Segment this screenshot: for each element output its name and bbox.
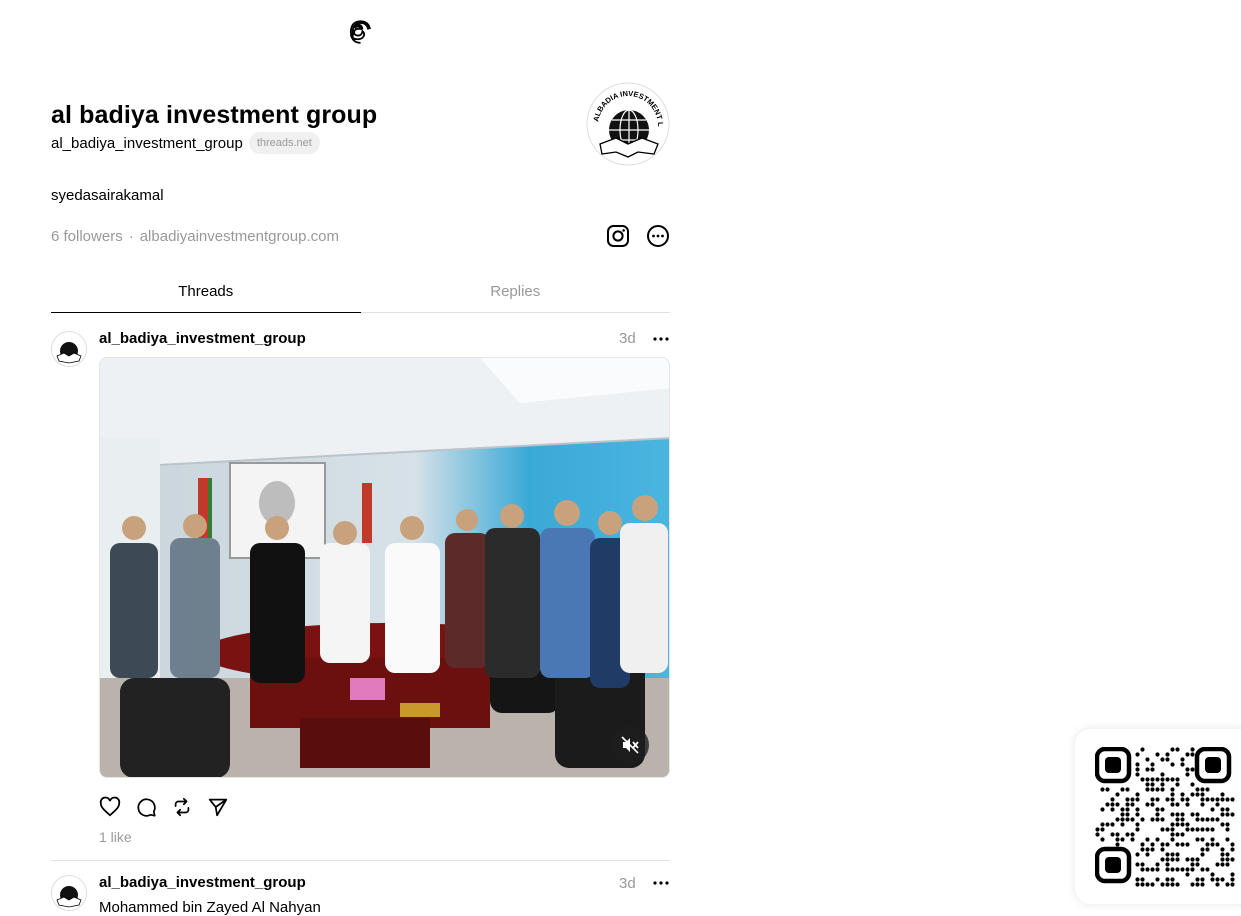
profile-handle: al_badiya_investment_group [51, 134, 243, 152]
profile-name: al badiya investment group [51, 101, 378, 129]
reply-icon[interactable] [135, 796, 157, 818]
profile-bio: syedasairakamal [51, 187, 164, 204]
profile-meta: 6 followers · albadiyainvestmentgroup.co… [51, 228, 339, 245]
profile-handle-row: al_badiya_investment_group threads.net [51, 132, 320, 154]
instagram-icon[interactable] [605, 223, 631, 249]
more-options-icon[interactable] [645, 223, 671, 249]
threads-logo-icon[interactable] [349, 20, 373, 46]
post-avatar[interactable] [51, 875, 87, 911]
post-username[interactable]: al_badiya_investment_group [99, 874, 306, 891]
followers-count[interactable]: 6 followers [51, 228, 123, 245]
post-more-icon[interactable] [651, 873, 671, 893]
post-avatar[interactable] [51, 331, 87, 367]
post-video[interactable] [99, 357, 670, 778]
tab-replies[interactable]: Replies [361, 270, 671, 312]
tab-threads[interactable]: Threads [51, 270, 361, 313]
repost-icon[interactable] [171, 796, 193, 818]
qr-code-card[interactable] [1075, 729, 1241, 904]
profile-avatar[interactable]: ALBADIA INVESTMENT L.L.C [586, 82, 670, 166]
domain-badge[interactable]: threads.net [248, 132, 320, 154]
post-username[interactable]: al_badiya_investment_group [99, 330, 306, 347]
post-more-icon[interactable] [651, 329, 671, 349]
share-icon[interactable] [207, 796, 229, 818]
profile-website-link[interactable]: albadiyainvestmentgroup.com [140, 228, 339, 245]
post-timestamp[interactable]: 3d [619, 330, 636, 347]
post-divider [51, 860, 670, 861]
mute-toggle-icon[interactable] [611, 726, 649, 764]
post-timestamp[interactable]: 3d [619, 875, 636, 892]
like-icon[interactable] [99, 796, 121, 818]
profile-tabs: Threads Replies [51, 270, 670, 313]
post-actions [99, 796, 229, 818]
meta-separator: · [128, 228, 134, 245]
like-count[interactable]: 1 like [99, 829, 132, 845]
post-text: Mohammed bin Zayed Al Nahyan [99, 899, 321, 916]
qr-code-icon [1095, 747, 1235, 887]
